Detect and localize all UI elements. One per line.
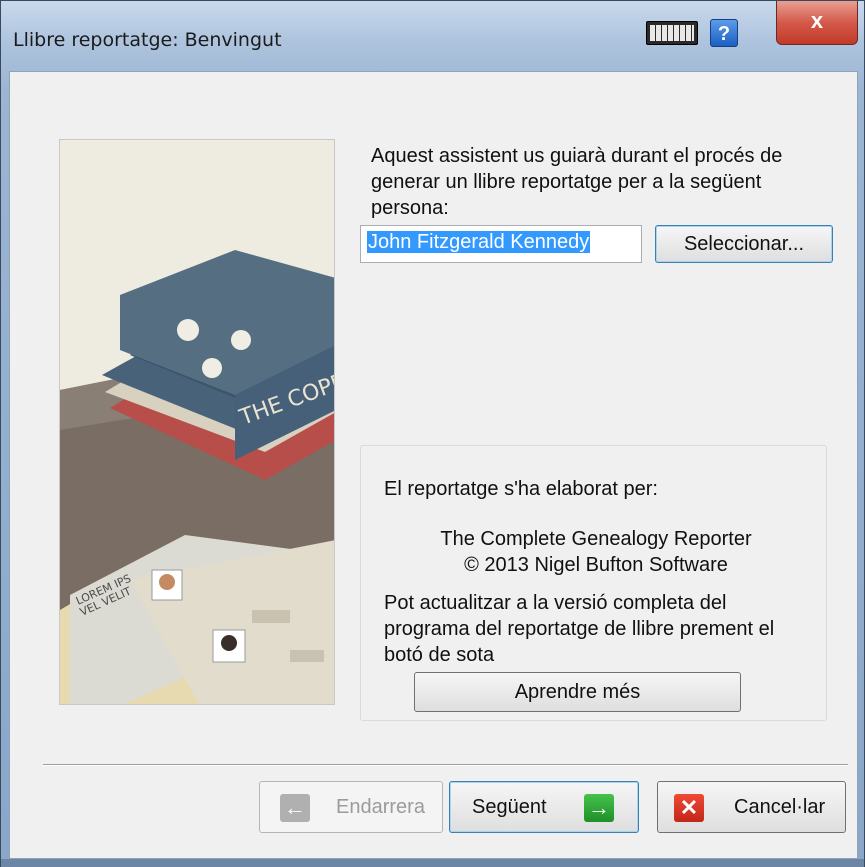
copyright-text: © 2013 Nigel Bufton Software bbox=[464, 554, 728, 576]
person-name-field[interactable]: John Fitzgerald Kennedy bbox=[360, 225, 642, 263]
learn-more-button[interactable]: Aprendre més bbox=[414, 672, 741, 712]
person-name-value: John Fitzgerald Kennedy bbox=[367, 231, 591, 253]
wizard-window: Llibre reportatge: Benvingut ? x THE COP… bbox=[0, 0, 865, 867]
welcome-illustration: THE COPP LOREM IPS VEL VELIT bbox=[59, 139, 335, 705]
window-bottom-border bbox=[1, 859, 864, 867]
keyboard-icon[interactable] bbox=[646, 21, 698, 45]
product-name: The Complete Genealogy Reporter bbox=[440, 528, 752, 550]
close-icon: ✕ bbox=[674, 794, 704, 822]
next-button[interactable]: Següent → bbox=[449, 781, 639, 833]
back-button[interactable]: ← Endarrera bbox=[259, 781, 443, 833]
books-illustration: THE COPP LOREM IPS VEL VELIT bbox=[60, 140, 334, 704]
next-label: Següent bbox=[472, 796, 547, 818]
cancel-button[interactable]: ✕ Cancel·lar bbox=[657, 781, 846, 833]
window-title: Llibre reportatge: Benvingut bbox=[13, 29, 282, 51]
arrow-right-icon: → bbox=[584, 794, 614, 822]
upgrade-text: Pot actualitzar a la versió completa del… bbox=[384, 592, 775, 666]
title-bar: Llibre reportatge: Benvingut ? x bbox=[1, 1, 864, 71]
arrow-left-icon: ← bbox=[280, 794, 310, 822]
cancel-label: Cancel·lar bbox=[734, 796, 826, 818]
help-button[interactable]: ? bbox=[710, 19, 738, 47]
panel-heading: El reportatge s'ha elaborat per: bbox=[384, 478, 658, 500]
close-button[interactable]: x bbox=[776, 1, 858, 45]
intro-text: Aquest assistent us guiarà durant el pro… bbox=[371, 145, 783, 219]
footer-divider bbox=[43, 764, 848, 766]
back-label: Endarrera bbox=[336, 796, 425, 818]
select-person-button[interactable]: Seleccionar... bbox=[655, 225, 833, 263]
